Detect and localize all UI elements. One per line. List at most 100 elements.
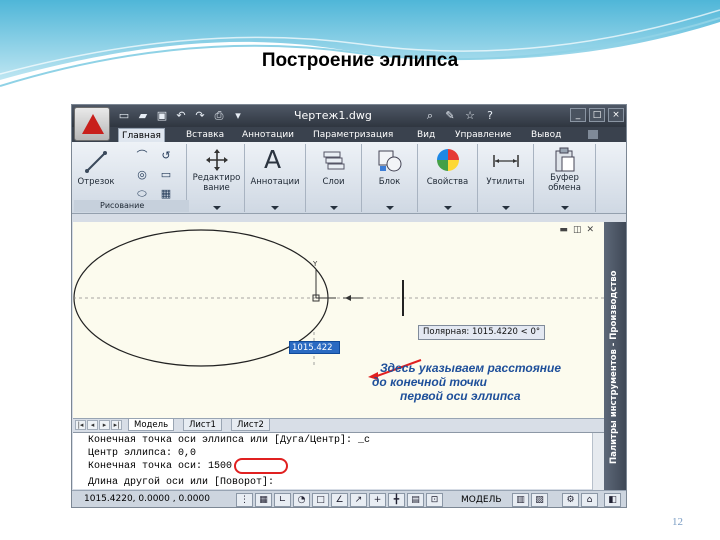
text-tool-icon[interactable]: A [264,145,281,174]
layout-tab-model[interactable]: Модель [128,419,175,431]
first-tab-icon[interactable]: |◂ [75,420,86,430]
utilities-dropdown-icon[interactable] [501,206,510,210]
block-icon[interactable] [377,149,403,173]
snap-mode-icon[interactable]: ⋮ [236,493,253,507]
ortho-mode-icon[interactable]: ∟ [274,493,291,507]
tab-home[interactable]: Главная [118,128,165,142]
document-title: Чертеж1.dwg [294,109,372,122]
annotation-line-3: первой оси эллипса [400,389,521,403]
modify-dropdown-icon[interactable] [212,206,221,210]
wrench-icon[interactable]: ✎ [442,108,458,124]
new-file-icon[interactable]: ▭ [116,108,132,124]
properties-dropdown-icon[interactable] [443,206,452,210]
ribbon-minimize-icon[interactable] [588,130,598,139]
star-icon[interactable]: ☆ [462,108,478,124]
clipboard-label[interactable]: Буфер обмена [534,173,595,193]
quick-properties-icon[interactable]: ▤ [407,493,424,507]
tab-manage[interactable]: Управление [452,128,514,142]
dynamic-ucs-icon[interactable]: ↗ [350,493,367,507]
tool-palettes-label: Палитры инструментов - Производство [609,270,619,464]
clipboard-dropdown-icon[interactable] [560,206,569,210]
save-icon[interactable]: ▣ [154,108,170,124]
modify-panel: Редактиро вание [189,144,245,212]
layers-label[interactable]: Слои [306,177,361,187]
binoculars-icon[interactable]: ⌕ [422,108,438,124]
snap-tracking-icon[interactable]: ∠ [331,493,348,507]
draw-panel-footer[interactable]: Рисование [74,200,189,212]
rectangle-icon[interactable]: ▭ [158,168,174,182]
chevron-down-icon[interactable]: ▾ [230,108,246,124]
properties-panel: Свойства [418,144,478,212]
redo-icon[interactable]: ↷ [192,108,208,124]
draw-panel: Отрезок ⌒ ◎ ⬭ ↺ ▭ ▦ Рисование [74,144,189,212]
move-icon[interactable] [205,148,229,172]
autocad-logo-icon [82,114,104,134]
last-tab-icon[interactable]: ▸| [111,420,122,430]
lock-icon[interactable]: ⌂ [581,493,598,507]
tab-insert[interactable]: Вставка [183,128,227,142]
drawing-area[interactable]: Y 1015.422 Полярная: 1015.4220 < 0° Здес… [73,222,604,418]
maximize-icon[interactable]: □ [589,108,605,122]
polar-tracking-icon[interactable]: ◔ [293,493,310,507]
command-line[interactable]: Конечная точка оси эллипса или [Дуга/Цен… [73,432,604,490]
command-line-scrollbar[interactable] [592,433,604,490]
tab-output[interactable]: Вывод [528,128,564,142]
polar-tracking-tooltip: Полярная: 1015.4220 < 0° [418,325,546,340]
color-wheel-icon[interactable] [436,148,460,172]
layout-tab-sheet2[interactable]: Лист2 [231,419,270,431]
selection-cycling-icon[interactable]: ⊡ [426,493,443,507]
print-icon[interactable]: ⎙ [211,108,227,124]
layers-icon[interactable] [322,150,346,172]
properties-label[interactable]: Свойства [418,177,477,187]
modify-label[interactable]: Редактиро вание [189,173,244,193]
clipboard-icon[interactable] [554,147,576,173]
status-bar: 1015.4220, 0.0000 , 0.0000 ⋮ ▦ ∟ ◔ □ ∠ ↗… [72,490,626,507]
drawing-canvas[interactable] [73,222,604,418]
annotation-dropdown-icon[interactable] [271,206,279,210]
tool-palettes-sidebar[interactable]: Палитры инструментов - Производство [604,222,626,507]
viewport-restore-icon[interactable]: ◫ [573,225,582,235]
hatch-icon[interactable]: ▦ [158,187,174,201]
workspace-switch-icon[interactable]: ⚙ [562,493,579,507]
quick-view-drawings-icon[interactable]: ▨ [531,493,548,507]
open-file-icon[interactable]: ▰ [135,108,151,124]
arc-icon[interactable]: ↺ [158,149,174,163]
viewport-minimize-icon[interactable]: ▬ [559,225,568,235]
line-tool-icon[interactable] [84,150,108,174]
command-history-line-3: Конечная точка оси: 1500 [88,461,233,472]
command-prompt-line[interactable]: Длина другой оси или [Поворот]: [88,477,274,488]
grid-mode-icon[interactable]: ▦ [255,493,272,507]
clean-screen-icon[interactable]: ◧ [604,493,621,507]
help-icon[interactable]: ? [482,108,498,124]
object-snap-icon[interactable]: □ [312,493,329,507]
utilities-label[interactable]: Утилиты [478,177,533,187]
next-tab-icon[interactable]: ▸ [99,420,110,430]
block-label[interactable]: Блок [362,177,417,187]
dynamic-input-icon[interactable]: + [369,493,386,507]
polyline-icon[interactable]: ⌒ [134,149,150,163]
ellipse-icon[interactable]: ⬭ [134,187,150,201]
application-menu-button[interactable] [74,107,110,141]
title-bar: ▭ ▰ ▣ ↶ ↷ ⎙ ▾ Чертеж1.dwg ⌕ ✎ ☆ ? _ □ × [72,105,626,127]
close-icon[interactable]: × [608,108,624,122]
dynamic-input-field[interactable]: 1015.422 [289,341,340,354]
block-dropdown-icon[interactable] [385,206,394,210]
prev-tab-icon[interactable]: ◂ [87,420,98,430]
annotation-label[interactable]: Аннотации [245,177,305,187]
slide-page-number: 12 [672,516,683,528]
lineweight-icon[interactable]: ╋ [388,493,405,507]
highlight-oval [234,458,288,474]
tab-parametric[interactable]: Параметризация [310,128,396,142]
layers-dropdown-icon[interactable] [329,206,338,210]
minimize-icon[interactable]: _ [570,108,586,122]
viewport-close-icon[interactable]: ✕ [586,225,594,235]
measure-icon[interactable] [492,153,520,169]
tab-view[interactable]: Вид [414,128,438,142]
tab-annotate[interactable]: Аннотации [239,128,297,142]
layout-tab-sheet1[interactable]: Лист1 [183,419,222,431]
quick-view-layouts-icon[interactable]: ▥ [512,493,529,507]
undo-icon[interactable]: ↶ [173,108,189,124]
line-tool-label[interactable]: Отрезок [74,177,118,187]
model-space-button[interactable]: МОДЕЛЬ [458,493,505,507]
circle-icon[interactable]: ◎ [134,168,150,182]
